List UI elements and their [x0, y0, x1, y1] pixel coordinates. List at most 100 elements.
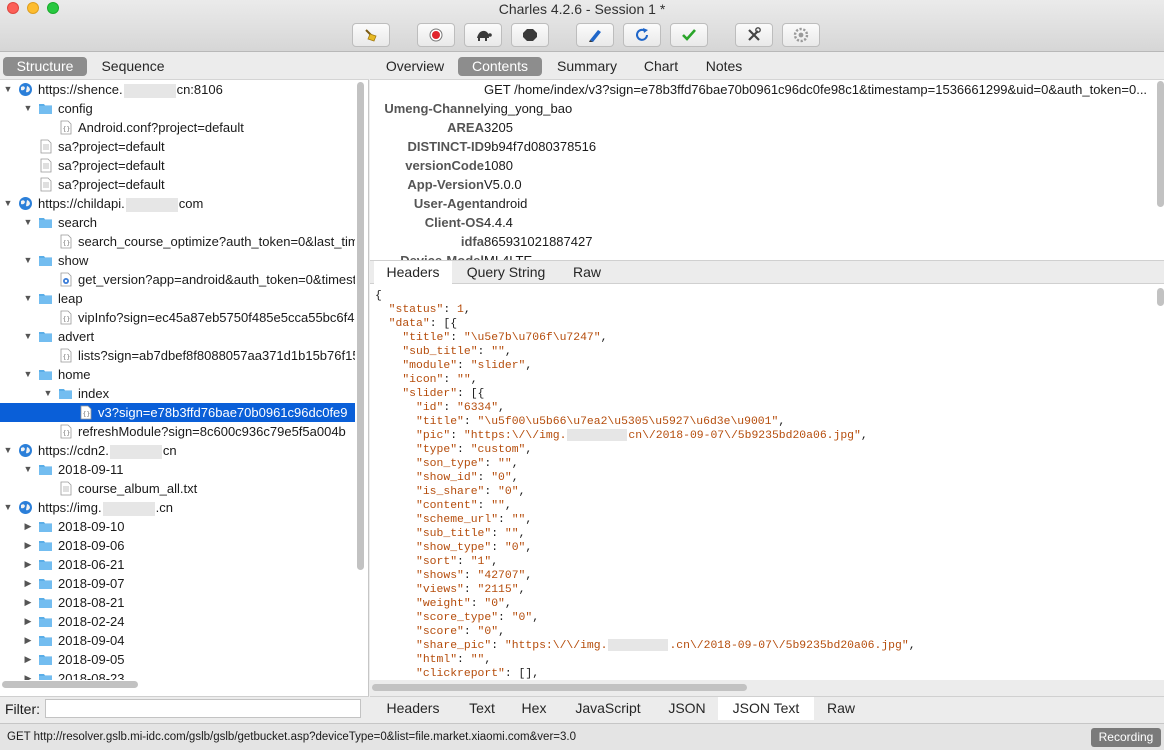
disclosure-collapsed-icon[interactable]: ▶ — [23, 669, 33, 680]
tree-row[interactable]: {} Android.conf?project=default — [0, 118, 355, 137]
tree-row-label: https://img. .cn — [38, 498, 173, 517]
disclosure-collapsed-icon[interactable]: ▶ — [23, 650, 33, 669]
disclosure-expanded-icon[interactable]: ▼ — [23, 99, 33, 118]
settings-button[interactable] — [782, 23, 820, 47]
disclosure-expanded-icon[interactable]: ▼ — [23, 327, 33, 346]
tree-row[interactable]: ▶ 2018-02-24 — [0, 612, 355, 631]
disclosure-expanded-icon[interactable]: ▼ — [3, 498, 13, 517]
disclosure-collapsed-icon[interactable]: ▶ — [23, 574, 33, 593]
tab-contents[interactable]: Contents — [458, 57, 542, 76]
folder-icon — [58, 386, 73, 401]
tree-row[interactable]: ▼ search — [0, 213, 355, 232]
response-tab-json-text[interactable]: JSON Text — [718, 697, 814, 720]
disclosure-collapsed-icon[interactable]: ▶ — [23, 517, 33, 536]
response-tab-raw[interactable]: Raw — [820, 697, 862, 720]
tree-row[interactable]: {} v3?sign=e78b3ffd76bae70b0961c96dc0fe9 — [0, 403, 355, 422]
disclosure-expanded-icon[interactable]: ▼ — [3, 441, 13, 460]
tree-row[interactable]: ▼ index — [0, 384, 355, 403]
record-button[interactable] — [417, 23, 455, 47]
tree-horizontal-scrollbar[interactable] — [2, 681, 138, 688]
disclosure-expanded-icon[interactable]: ▼ — [23, 365, 33, 384]
tools-button[interactable] — [735, 23, 773, 47]
throttle-button[interactable] — [464, 23, 502, 47]
disclosure-collapsed-icon[interactable]: ▶ — [23, 612, 33, 631]
tree-row[interactable]: ▼ config — [0, 99, 355, 118]
tab-overview[interactable]: Overview — [380, 57, 450, 76]
tree-row[interactable]: get_version?app=android&auth_token=0&tim… — [0, 270, 355, 289]
disclosure-collapsed-icon[interactable]: ▶ — [23, 593, 33, 612]
disclosure-collapsed-icon[interactable]: ▶ — [23, 536, 33, 555]
request-headers-scrollbar[interactable] — [1157, 81, 1164, 207]
tree-row[interactable]: course_album_all.txt — [0, 479, 355, 498]
svg-text:{}: {} — [63, 239, 71, 247]
disclosure-collapsed-icon[interactable]: ▶ — [23, 555, 33, 574]
disclosure-expanded-icon[interactable]: ▼ — [3, 80, 13, 99]
title-bar: Charles 4.2.6 - Session 1 * — [0, 0, 1164, 52]
tree-row-text: 2018-09-05 — [58, 652, 125, 667]
compose-button[interactable] — [576, 23, 614, 47]
tree-row[interactable]: ▶ 2018-06-21 — [0, 555, 355, 574]
tree-row[interactable]: {} search_course_optimize?auth_token=0&la… — [0, 232, 355, 251]
disclosure-expanded-icon[interactable]: ▼ — [43, 384, 53, 403]
tree-row[interactable]: ▼ leap — [0, 289, 355, 308]
tree-row[interactable]: ▶ 2018-08-23 — [0, 669, 355, 680]
tree-row[interactable]: ▶ 2018-09-10 — [0, 517, 355, 536]
response-tab-json[interactable]: JSON — [662, 697, 712, 720]
tab-sequence[interactable]: Sequence — [91, 57, 175, 76]
tree-row[interactable]: ▶ 2018-09-06 — [0, 536, 355, 555]
folder-icon — [38, 633, 53, 648]
validate-button[interactable] — [670, 23, 708, 47]
disclosure-expanded-icon[interactable]: ▼ — [23, 213, 33, 232]
response-tab-text[interactable]: Text — [460, 697, 504, 720]
response-tab-hex[interactable]: Hex — [516, 697, 552, 720]
disclosure-expanded-icon[interactable]: ▼ — [23, 289, 33, 308]
tab-chart[interactable]: Chart — [636, 57, 686, 76]
tree-row[interactable]: ▼ home — [0, 365, 355, 384]
response-tab-javascript[interactable]: JavaScript — [560, 697, 656, 720]
clear-session-button[interactable] — [352, 23, 390, 47]
request-tab-headers[interactable]: Headers — [374, 261, 452, 284]
json-line: { — [375, 289, 916, 303]
recording-indicator[interactable]: Recording — [1091, 728, 1161, 747]
tree-row-text: 2018-08-21 — [58, 595, 125, 610]
response-horizontal-scrollbar[interactable] — [372, 684, 747, 691]
filter-input[interactable] — [45, 699, 361, 718]
response-tab-headers[interactable]: Headers — [374, 697, 452, 720]
tab-summary[interactable]: Summary — [550, 57, 624, 76]
request-tab-query-string[interactable]: Query String — [458, 261, 554, 284]
tree-row[interactable]: sa?project=default — [0, 137, 355, 156]
disclosure-expanded-icon[interactable]: ▼ — [23, 251, 33, 270]
json-token: "html" — [416, 654, 458, 667]
tree-row[interactable]: ▶ 2018-08-21 — [0, 593, 355, 612]
repeat-button[interactable] — [623, 23, 661, 47]
tree-row[interactable]: sa?project=default — [0, 156, 355, 175]
tree-row-label: search_course_optimize?auth_token=0&last… — [78, 232, 355, 251]
tree-row[interactable]: {} lists?sign=ab7dbef8f8088057aa371d1b15b… — [0, 346, 355, 365]
header-key: Umeng-Channel — [384, 101, 484, 116]
breakpoints-button[interactable] — [511, 23, 549, 47]
tree-row[interactable]: {} refreshModule?sign=8c600c936c79e5f5a00… — [0, 422, 355, 441]
disclosure-expanded-icon[interactable]: ▼ — [23, 460, 33, 479]
tab-notes[interactable]: Notes — [700, 57, 748, 76]
tree-row[interactable]: ▼ https://cdn2. cn — [0, 441, 355, 460]
tab-structure[interactable]: Structure — [3, 57, 87, 76]
tree-row[interactable]: ▼ https://shence. cn:8106 — [0, 80, 355, 99]
json-token: "" — [470, 654, 485, 667]
tree-row[interactable]: ▼ 2018-09-11 — [0, 460, 355, 479]
request-tab-raw[interactable]: Raw — [560, 261, 614, 284]
tree-vertical-scrollbar[interactable] — [357, 82, 364, 570]
tree-row[interactable]: {} vipInfo?sign=ec45a87eb5750f485e5cca55b… — [0, 308, 355, 327]
disclosure-expanded-icon[interactable]: ▼ — [3, 194, 13, 213]
tree-row[interactable]: ▼ advert — [0, 327, 355, 346]
tree-row[interactable]: ▼ https://childapi. com — [0, 194, 355, 213]
tree-row[interactable]: ▶ 2018-09-04 — [0, 631, 355, 650]
tree-row[interactable]: ▼ https://img. .cn — [0, 498, 355, 517]
tree-row[interactable]: ▼ show — [0, 251, 355, 270]
tree-row[interactable]: ▶ 2018-09-07 — [0, 574, 355, 593]
tree-row[interactable]: ▶ 2018-09-05 — [0, 650, 355, 669]
json-line: "son_type": "", — [375, 457, 916, 471]
response-body-scrollbar[interactable] — [1157, 288, 1164, 306]
tree-row[interactable]: sa?project=default — [0, 175, 355, 194]
disclosure-collapsed-icon[interactable]: ▶ — [23, 631, 33, 650]
